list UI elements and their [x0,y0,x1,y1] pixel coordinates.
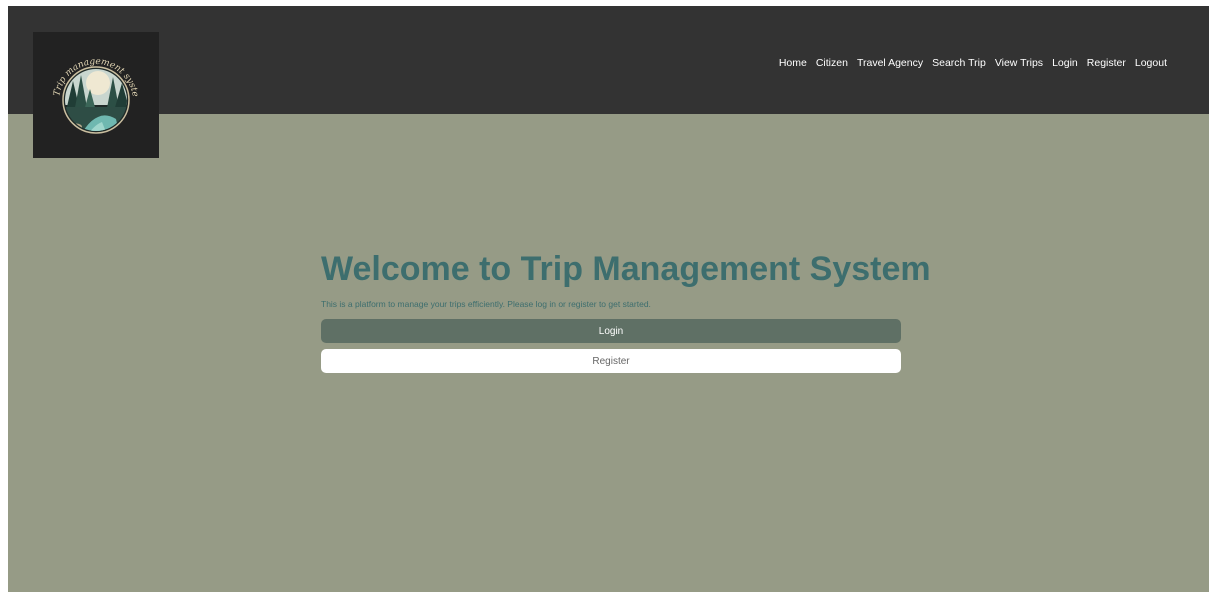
site-logo[interactable]: Trip management system [33,32,159,158]
nav-travel-agency-link[interactable]: Travel Agency [857,57,923,69]
page-frame: Home Citizen Travel Agency Search Trip V… [8,6,1209,592]
page-subtitle: This is a platform to manage your trips … [321,299,651,309]
nav-search-trip-link[interactable]: Search Trip [932,57,986,69]
nav-links: Home Citizen Travel Agency Search Trip V… [779,57,1167,69]
nav-view-trips-link[interactable]: View Trips [995,57,1043,69]
page-title: Welcome to Trip Management System [321,250,931,288]
login-button[interactable]: Login [321,319,901,343]
nav-register-link[interactable]: Register [1087,57,1126,69]
nav-login-link[interactable]: Login [1052,57,1078,69]
nav-home-link[interactable]: Home [779,57,807,69]
logo-emblem-icon: Trip management system [46,45,140,134]
register-button[interactable]: Register [321,349,901,373]
welcome-section: Welcome to Trip Management System This i… [321,249,931,373]
navbar: Home Citizen Travel Agency Search Trip V… [8,6,1209,114]
nav-citizen-link[interactable]: Citizen [816,57,848,69]
nav-logout-link[interactable]: Logout [1135,57,1167,69]
